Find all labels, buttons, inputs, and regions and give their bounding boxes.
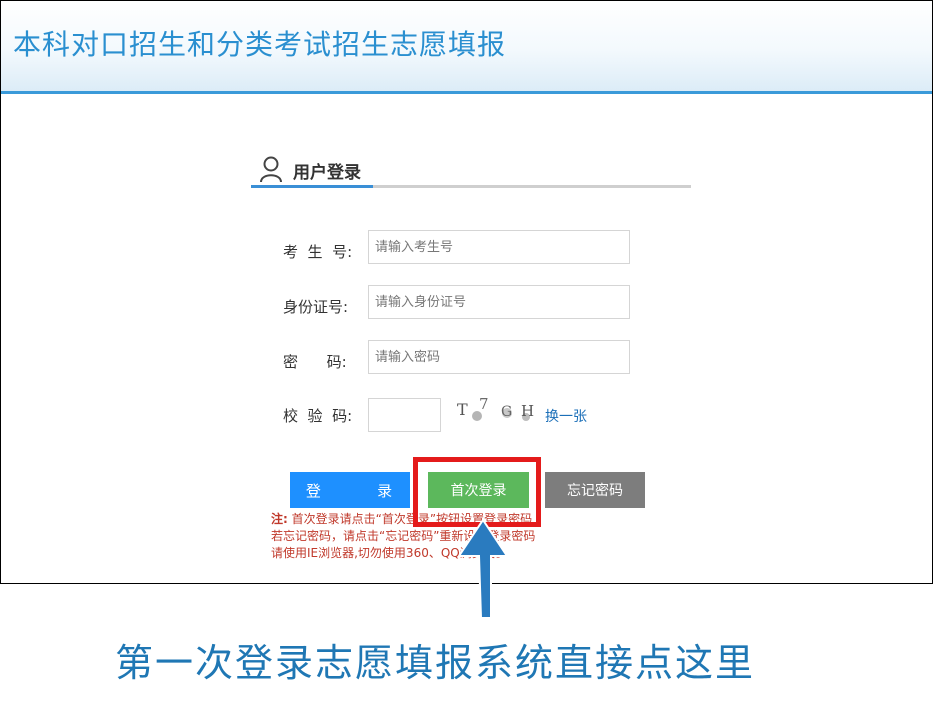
- note-line-3: 请使用IE浏览器,切勿使用360、QQ浏览器。: [271, 546, 508, 560]
- forgot-password-button[interactable]: 忘记密码: [545, 472, 645, 508]
- id-number-label: 身份证号:: [283, 298, 349, 316]
- page-title: 本科对口招生和分类考试招生志愿填报: [13, 28, 507, 61]
- login-section-header: 用户登录: [251, 151, 691, 189]
- id-number-input[interactable]: [369, 286, 629, 318]
- password-input[interactable]: [369, 341, 629, 373]
- user-icon: [260, 156, 282, 183]
- highlight-box: [413, 457, 541, 527]
- note-prefix: 注:: [271, 512, 288, 526]
- captcha-label: 校 验 码:: [283, 407, 353, 425]
- browser-frame: 本科对口招生和分类考试招生志愿填报 用户登录 考 生 号: 身份证号: 密 码:…: [0, 0, 933, 584]
- login-section-title: 用户登录: [293, 163, 361, 183]
- captcha-field: [368, 398, 441, 432]
- captcha-char: T: [457, 400, 468, 419]
- captcha-refresh-link[interactable]: 换一张: [545, 406, 587, 426]
- note-line-2: 若忘记密码，请点击“忘记密码”重新设置登录密码: [271, 529, 536, 543]
- instruction-caption: 第一次登录志愿填报系统直接点这里: [115, 641, 756, 685]
- captcha-char: 7: [479, 395, 489, 413]
- login-button[interactable]: 登 录: [290, 472, 410, 508]
- exam-number-input[interactable]: [369, 231, 629, 263]
- captcha-input[interactable]: [369, 399, 440, 431]
- password-label: 密 码:: [283, 353, 347, 371]
- captcha-char: H: [521, 402, 534, 420]
- id-number-field: [368, 285, 630, 319]
- section-divider-accent: [251, 185, 373, 188]
- captcha-char: G: [501, 404, 512, 420]
- captcha-image[interactable]: T 7 G H: [455, 395, 539, 425]
- exam-number-label: 考 生 号:: [283, 243, 353, 261]
- exam-number-field: [368, 230, 630, 264]
- pointer-arrow-icon: [457, 520, 509, 619]
- password-field: [368, 340, 630, 374]
- section-divider: [251, 185, 691, 188]
- page-header: 本科对口招生和分类考试招生志愿填报: [1, 1, 932, 94]
